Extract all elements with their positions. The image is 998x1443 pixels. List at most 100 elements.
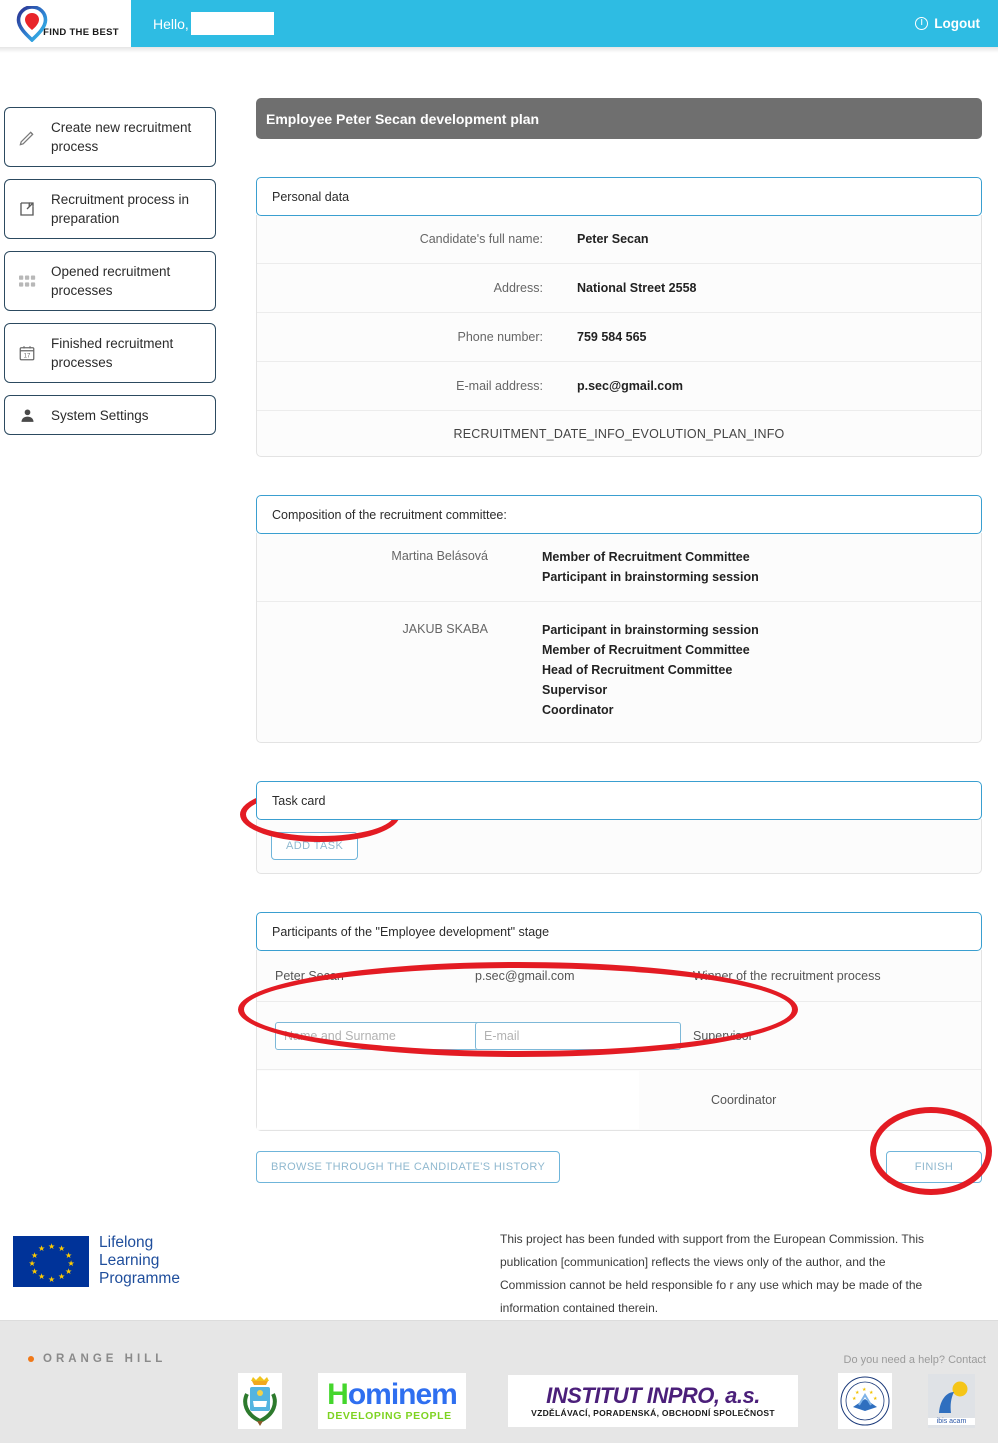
field-label: Candidate's full name:: [419, 232, 543, 246]
greeting-text: Hello,: [153, 15, 189, 32]
location-pin-icon: [16, 4, 48, 43]
field-label: Address:: [493, 281, 543, 295]
field-value: 759 584 565: [577, 330, 647, 344]
llp-line-1: Lifelong: [99, 1234, 154, 1251]
sidebar-item-finished-recruitment-processes[interactable]: 17 Finished recruitment processes: [4, 323, 216, 383]
help-contact-text[interactable]: Do you need a help? Contact: [844, 1354, 987, 1366]
logo-wordmark: FIND THE BEST: [43, 26, 119, 38]
participants-panel: Participants of the "Employee developmen…: [256, 912, 982, 1131]
eu-disclaimer-text: This project has been funded with suppor…: [500, 1232, 924, 1315]
action-buttons: BROWSE THROUGH THE CANDIDATE'S HISTORY F…: [256, 1151, 982, 1183]
app-logo[interactable]: FIND THE BEST: [0, 0, 131, 47]
sidebar-item-label: Recruitment process in preparation: [51, 192, 190, 226]
llp-wordmark: Lifelong Learning Programme: [99, 1234, 180, 1288]
institut-inpro-logo: INSTITUT INPRO, a.s. VZDĚLÁVACÍ, PORADEN…: [508, 1375, 798, 1427]
personal-data-body: Candidate's full name: Peter Secan Addre…: [256, 215, 982, 457]
committee-heading: Composition of the recruitment committee…: [256, 495, 982, 534]
user-icon: [15, 407, 39, 424]
edit-square-icon: [15, 200, 39, 218]
logout-button[interactable]: Logout: [915, 16, 980, 31]
partner-logos: Hominem DEVELOPING PEOPLE INSTITUT INPRO…: [0, 1373, 998, 1435]
table-row: Coordinator: [257, 1070, 981, 1130]
hominem-h: H: [327, 1378, 349, 1411]
browse-candidate-history-button[interactable]: BROWSE THROUGH THE CANDIDATE'S HISTORY: [256, 1151, 561, 1183]
table-row: Supervisor: [257, 1002, 981, 1070]
svg-text:17: 17: [24, 354, 31, 360]
hominem-tagline: DEVELOPING PEOPLE: [327, 1410, 452, 1422]
svg-text:★: ★: [873, 1396, 878, 1402]
svg-text:★: ★: [852, 1396, 857, 1402]
participants-heading: Participants of the "Employee developmen…: [256, 912, 982, 951]
username-redacted: [190, 12, 274, 35]
table-row: Martina Belásová Member of Recruitment C…: [257, 533, 981, 602]
recruitment-date-info-note: RECRUITMENT_DATE_INFO_EVOLUTION_PLAN_INF…: [453, 426, 785, 441]
task-card-body: ADD TASK: [256, 819, 982, 874]
member-name: JAKUB SKABA: [402, 622, 488, 636]
inpro-wordmark: INSTITUT INPRO, a.s.: [546, 1383, 760, 1408]
task-card-heading: Task card: [256, 781, 982, 820]
sidebar-item-label: Finished recruitment processes: [51, 336, 174, 370]
top-navigation-bar: FIND THE BEST Hello, Logout: [0, 0, 998, 47]
llp-line-3: Programme: [99, 1270, 180, 1287]
city-crest-logo: [238, 1373, 282, 1429]
table-row: JAKUB SKABA Participant in brainstorming…: [257, 602, 981, 742]
table-row: Address: National Street 2558: [257, 264, 981, 313]
greeting: Hello,: [153, 12, 274, 35]
supervisor-email-input[interactable]: [475, 1021, 681, 1050]
topbar-shadow: [0, 47, 998, 53]
committee-panel: Composition of the recruitment committee…: [256, 495, 982, 743]
pencil-icon: [15, 128, 39, 147]
finish-button[interactable]: FINISH: [886, 1151, 982, 1183]
member-roles: Member of Recruitment Committee Particip…: [542, 550, 759, 584]
participant-name: Peter Secan: [275, 968, 344, 983]
sidebar: Create new recruitment process Recruitme…: [4, 107, 216, 447]
participant-role: Supervisor: [693, 1028, 753, 1043]
hominem-logo: Hominem DEVELOPING PEOPLE: [318, 1373, 466, 1429]
participant-email: p.sec@gmail.com: [475, 968, 575, 983]
lifelong-learning-programme-logo: ★ ★ ★ ★ ★ ★ ★ ★ ★ ★ ★ ★ Lifelong Learnin…: [13, 1234, 180, 1288]
table-row: Candidate's full name: Peter Secan: [257, 215, 981, 264]
main-content: Employee Peter Secan development plan Pe…: [256, 98, 982, 1183]
ibis-acam-logo: ibis acam: [928, 1374, 975, 1428]
field-value: National Street 2558: [577, 281, 697, 295]
table-row: E-mail address: p.sec@gmail.com: [257, 362, 981, 411]
supervisor-name-input[interactable]: [275, 1021, 481, 1050]
power-icon: [915, 17, 929, 30]
page-title: Employee Peter Secan development plan: [256, 98, 982, 139]
orange-hill-label: ORANGE HILL: [43, 1353, 167, 1365]
member-roles: Participant in brainstorming session Mem…: [542, 623, 759, 717]
field-value: Peter Secan: [577, 232, 649, 246]
member-name: Martina Belásová: [391, 549, 488, 563]
page-footer: ORANGE HILL Do you need a help? Contact …: [0, 1320, 998, 1443]
committee-body: Martina Belásová Member of Recruitment C…: [256, 533, 982, 743]
participants-body: Peter Secan p.sec@gmail.com Winner of th…: [256, 950, 982, 1131]
grid-icon: [15, 275, 39, 288]
european-institute-seal-logo: ★ ★ ★ ★ ★: [838, 1373, 892, 1429]
orange-hill-brand: ORANGE HILL: [28, 1353, 166, 1365]
table-row: Peter Secan p.sec@gmail.com Winner of th…: [257, 950, 981, 1002]
ibis-acam-label: ibis acam: [928, 1417, 975, 1425]
add-task-button[interactable]: ADD TASK: [271, 832, 359, 860]
personal-data-heading: Personal data: [256, 177, 982, 216]
sidebar-item-label: Create new recruitment process: [51, 120, 192, 154]
eu-flag-icon: ★ ★ ★ ★ ★ ★ ★ ★ ★ ★ ★ ★: [13, 1235, 89, 1287]
calendar-icon: 17: [15, 344, 39, 362]
logout-label: Logout: [934, 16, 980, 31]
participant-role: Winner of the recruitment process: [693, 968, 881, 983]
sidebar-item-recruitment-process-in-preparation[interactable]: Recruitment process in preparation: [4, 179, 216, 239]
field-label: Phone number:: [457, 330, 543, 344]
participant-role: Coordinator: [711, 1093, 777, 1107]
eu-funding-block: ★ ★ ★ ★ ★ ★ ★ ★ ★ ★ ★ ★ Lifelong Learnin…: [0, 1228, 998, 1320]
orange-dot-icon: [28, 1356, 34, 1362]
field-value: p.sec@gmail.com: [577, 379, 683, 393]
inpro-tagline: VZDĚLÁVACÍ, PORADENSKÁ, OBCHODNÍ SPOLEČN…: [531, 1408, 775, 1418]
sidebar-item-create-new-recruitment-process[interactable]: Create new recruitment process: [4, 107, 216, 167]
sidebar-item-system-settings[interactable]: System Settings: [4, 395, 216, 435]
hominem-wordmark: Hominem: [327, 1378, 458, 1411]
sidebar-item-label: System Settings: [51, 407, 149, 423]
svg-text:★: ★: [862, 1387, 867, 1393]
personal-data-panel: Personal data Candidate's full name: Pet…: [256, 177, 982, 457]
llp-line-2: Learning: [99, 1252, 160, 1269]
hominem-rest: ominem: [347, 1378, 458, 1411]
sidebar-item-opened-recruitment-processes[interactable]: Opened recruitment processes: [4, 251, 216, 311]
